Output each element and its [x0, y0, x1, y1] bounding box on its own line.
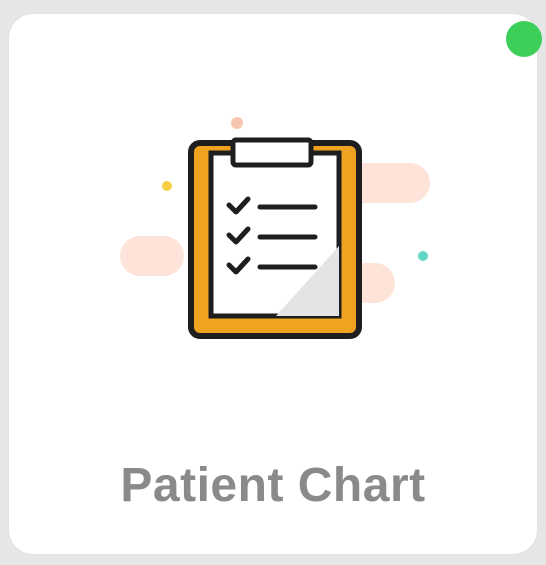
tile-label: Patient Chart — [120, 459, 426, 512]
clipboard-checklist-icon — [120, 117, 430, 339]
online-status-indicator — [506, 21, 542, 57]
